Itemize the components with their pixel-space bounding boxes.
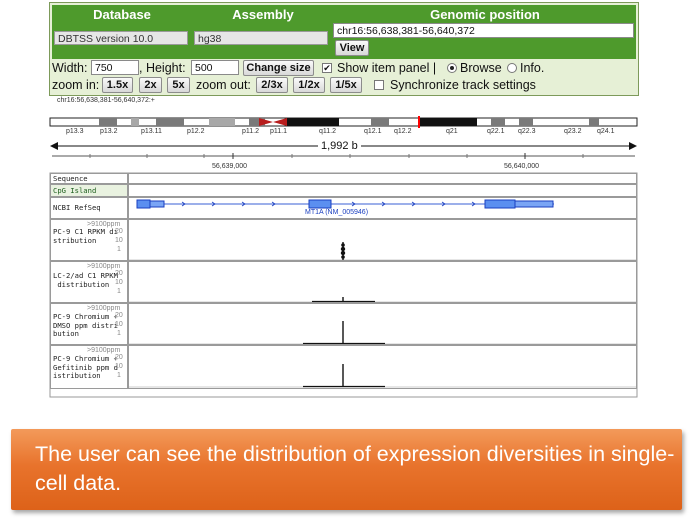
band-label: q12.1: [364, 128, 382, 135]
caption-banner: The user can see the distribution of exp…: [11, 429, 682, 510]
track-label-pc9-gefitinib: PC-9 Chromium + Gefitinib ppm d istribut…: [53, 355, 118, 380]
scale-tick: 20: [115, 270, 123, 277]
scale-tick: 1: [117, 330, 121, 337]
track-label-box[interactable]: Sequence: [50, 173, 128, 184]
ideogram-band: [209, 118, 235, 126]
zoom-out-2/3x-button[interactable]: 2/3x: [256, 77, 288, 93]
scale-tick: 20: [115, 354, 123, 361]
control-panel: Database Assembly Genomic position DBTSS…: [49, 2, 639, 96]
track-label-box[interactable]: LC-2/ad C1 RPKM distribution >9100ppm 20…: [50, 261, 128, 303]
assembly-field[interactable]: hg38: [194, 31, 328, 45]
scale-tick: 20: [115, 228, 123, 235]
browse-radio[interactable]: [447, 63, 457, 73]
track-label-sequence: Sequence: [53, 174, 88, 183]
scale-tick: 10: [115, 321, 123, 328]
track-pc9-gefitinib: [128, 345, 637, 389]
band-label: q12.2: [394, 128, 412, 135]
band-label: q23.2: [564, 128, 582, 135]
caption-text: The user can see the distribution of exp…: [35, 442, 675, 495]
genomic-position-input[interactable]: chr16:56,638,381-56,640,372: [333, 23, 634, 38]
band-label: q11.2: [319, 128, 336, 135]
gene-label[interactable]: MT1A (NM_005946): [305, 209, 368, 217]
ruler-coordinate: 56,640,000: [504, 163, 540, 170]
browse-label: Browse: [460, 61, 502, 75]
change-size-button[interactable]: Change size: [243, 60, 314, 76]
ideogram-band: [131, 118, 139, 126]
track-label-box[interactable]: PC-9 Chromium + DMSO ppm distri bution >…: [50, 303, 128, 345]
scale-tick: 20: [115, 312, 123, 319]
ruler-coordinate: 56,639,000: [212, 163, 248, 170]
show-item-panel-checkbox[interactable]: ✔: [322, 63, 332, 73]
track-label-refseq: NCBI RefSeq: [53, 203, 101, 212]
sync-tracks-checkbox[interactable]: [374, 80, 384, 90]
zoom-out-1/5x-button[interactable]: 1/5x: [330, 77, 362, 93]
track-label-box[interactable]: PC-9 Chromium + Gefitinib ppm d istribut…: [50, 345, 128, 389]
scale-tick: 10: [115, 363, 123, 370]
band-label: p11.2: [242, 128, 259, 135]
database-header: Database: [52, 6, 192, 23]
genome-browser: chr16:56,638,381-56,640,372:+ p13.3 p13.…: [49, 96, 638, 398]
band-label: p13.3: [66, 128, 84, 135]
sync-tracks-label: Synchronize track settings: [390, 78, 536, 92]
ideogram-band: [519, 118, 533, 126]
track-pc9-dmso: [128, 303, 637, 345]
ideogram-band: [419, 118, 477, 126]
band-label: p13.2: [100, 128, 118, 135]
ideogram-band: [491, 118, 505, 126]
band-label: p13.11: [141, 128, 162, 135]
width-label: Width:: [52, 61, 88, 75]
zoom-out-1/2x-button[interactable]: 1/2x: [293, 77, 325, 93]
chromosome-ideogram[interactable]: [49, 116, 638, 128]
ideogram-band: [589, 118, 599, 126]
zoom-in-2x-button[interactable]: 2x: [139, 77, 162, 93]
track-label-box[interactable]: CpG Island: [50, 184, 128, 197]
band-label: q24.1: [597, 128, 615, 135]
track-label-pc9-c1: PC-9 C1 RPKM di stribution: [53, 228, 118, 245]
zoom-in-1.5x-button[interactable]: 1.5x: [102, 77, 133, 93]
scale-tick: 1: [117, 288, 121, 295]
track-sequence: [128, 173, 637, 184]
assembly-header: Assembly: [193, 6, 333, 23]
info-label: Info.: [520, 61, 545, 75]
track-pc9-c1: [128, 219, 637, 261]
coordinate-ruler: [52, 153, 635, 159]
height-label: , Height:: [139, 61, 186, 75]
span-label: 1,992 b: [318, 140, 361, 152]
track-label-pc9-dmso: PC-9 Chromium + DMSO ppm distri bution: [53, 313, 118, 338]
band-label: p11.1: [270, 128, 287, 135]
track-label-lc2ad-c1: LC-2/ad C1 RPKM distribution: [53, 272, 118, 289]
track-label-cpg-island: CpG Island: [53, 186, 97, 195]
ideogram-band: [371, 118, 389, 126]
view-button[interactable]: View: [335, 40, 369, 56]
track-label-box[interactable]: PC-9 C1 RPKM di stribution >9100ppm 20 1…: [50, 219, 128, 261]
zoom-in-label: zoom in:: [52, 78, 100, 92]
track-cpg-island: [128, 184, 637, 197]
track-lc2ad-c1: [128, 261, 637, 303]
band-label: p12.2: [187, 128, 205, 135]
scale-tick: 1: [117, 372, 121, 379]
zoom-out-label: zoom out:: [196, 78, 251, 92]
height-input[interactable]: 500: [191, 60, 239, 75]
scale-tick: 1: [117, 246, 121, 253]
ideogram-band: [287, 118, 339, 126]
database-field[interactable]: DBTSS version 10.0: [54, 31, 188, 45]
band-label: q21: [446, 128, 458, 135]
band-label: q22.3: [518, 128, 536, 135]
ideogram-band: [156, 118, 184, 126]
scale-tick: 10: [115, 279, 123, 286]
info-radio[interactable]: [507, 63, 517, 73]
ideogram-band: [99, 118, 117, 126]
band-label: q22.1: [487, 128, 505, 135]
zoom-in-5x-button[interactable]: 5x: [167, 77, 190, 93]
track-label-box[interactable]: NCBI RefSeq: [50, 197, 128, 219]
genomic-position-header: Genomic position: [334, 6, 636, 23]
width-input[interactable]: 750: [91, 60, 139, 75]
track-refseq: [128, 197, 637, 219]
show-item-panel-label: Show item panel |: [337, 61, 437, 75]
scale-tick: 10: [115, 237, 123, 244]
current-position-marker: [418, 116, 420, 128]
